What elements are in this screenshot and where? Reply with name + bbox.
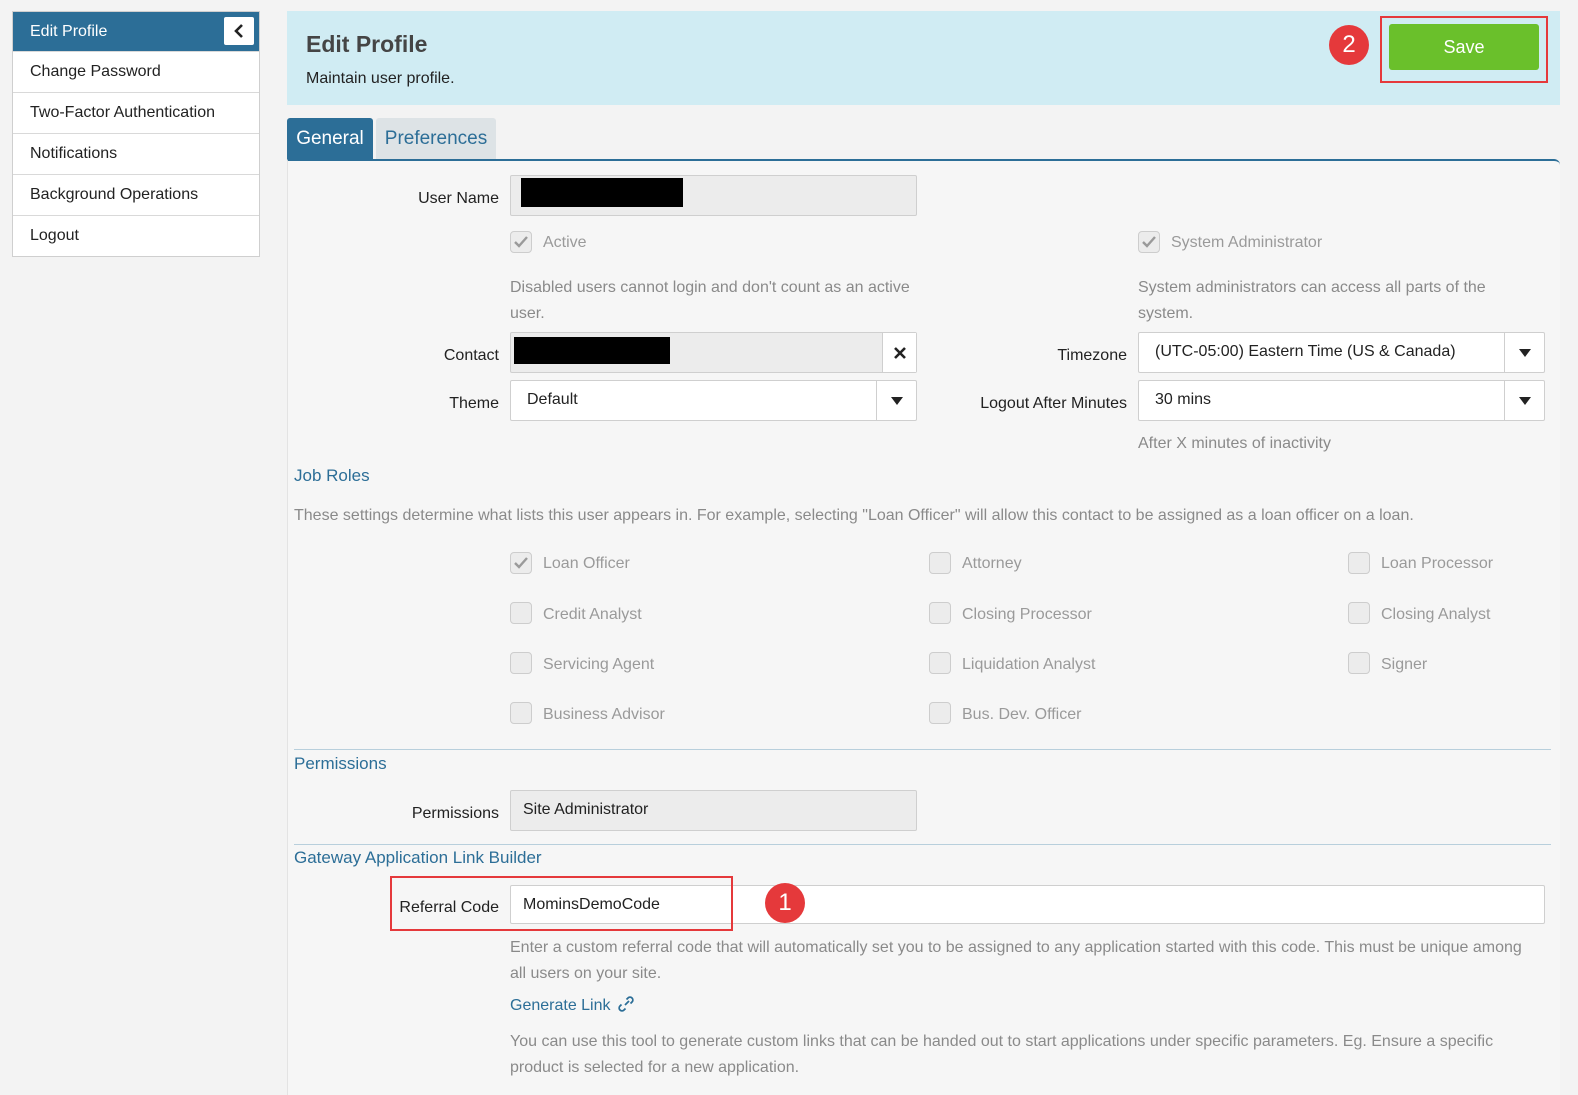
- logout-minutes-label: Logout After Minutes: [980, 395, 1127, 412]
- close-icon: [893, 346, 906, 359]
- sidebar-item-label: Notifications: [30, 145, 118, 162]
- role-loan-officer-checkbox[interactable]: [510, 552, 532, 574]
- sidebar-item-two-factor[interactable]: Two-Factor Authentication: [13, 92, 259, 133]
- role-credit-analyst-checkbox[interactable]: [510, 602, 532, 624]
- timezone-dropdown-toggle[interactable]: [1504, 333, 1544, 372]
- redacted-block: [514, 337, 670, 364]
- active-help-text: Disabled users cannot login and don't co…: [510, 279, 910, 322]
- page-subtitle: Maintain user profile.: [306, 70, 455, 87]
- generate-link[interactable]: Generate Link: [510, 996, 634, 1015]
- sidebar-item-label: Change Password: [30, 63, 161, 80]
- chevron-left-icon: [234, 24, 243, 38]
- annotation-badge-1: 1: [765, 883, 805, 923]
- tab-general[interactable]: General: [287, 118, 373, 159]
- role-loan-processor-label: Loan Processor: [1381, 555, 1494, 572]
- role-business-advisor-checkbox[interactable]: [510, 702, 532, 724]
- job-roles-heading: Job Roles: [294, 466, 370, 485]
- user-name-field[interactable]: [510, 175, 917, 216]
- system-admin-checkbox[interactable]: [1138, 231, 1160, 253]
- permissions-label: Permissions: [411, 805, 499, 822]
- contact-label: Contact: [443, 347, 499, 364]
- role-servicing-agent-label: Servicing Agent: [543, 656, 655, 673]
- sidebar-item-background-operations[interactable]: Background Operations: [13, 174, 259, 215]
- caret-down-icon: [1518, 396, 1531, 405]
- active-label: Active: [543, 234, 587, 251]
- permissions-field[interactable]: Site Administrator: [510, 790, 917, 831]
- referral-code-help-text: Enter a custom referral code that will a…: [510, 939, 1522, 982]
- sidebar-item-change-password[interactable]: Change Password: [13, 51, 259, 92]
- role-signer-label: Signer: [1381, 656, 1428, 673]
- sidebar-item-label: Edit Profile: [30, 23, 108, 40]
- sidebar-item-label: Logout: [30, 227, 79, 244]
- collapse-sidebar-button[interactable]: [224, 17, 254, 45]
- logout-minutes-dropdown-toggle[interactable]: [1504, 381, 1544, 420]
- sidebar-item-logout[interactable]: Logout: [13, 215, 259, 256]
- generate-link-label: Generate Link: [510, 997, 611, 1014]
- role-closing-processor-label: Closing Processor: [962, 606, 1092, 623]
- timezone-select[interactable]: (UTC-05:00) Eastern Time (US & Canada): [1138, 332, 1545, 373]
- role-signer-checkbox[interactable]: [1348, 652, 1370, 674]
- timezone-value: (UTC-05:00) Eastern Time (US & Canada): [1155, 343, 1456, 360]
- role-servicing-agent-checkbox[interactable]: [510, 652, 532, 674]
- section-divider: [294, 749, 1551, 750]
- page-header: Edit Profile Maintain user profile. Save…: [287, 11, 1560, 105]
- section-divider: [294, 844, 1551, 845]
- save-button[interactable]: Save: [1389, 24, 1539, 70]
- theme-label: Theme: [449, 395, 499, 412]
- system-admin-label: System Administrator: [1171, 234, 1323, 251]
- system-admin-help-text: System administrators can access all par…: [1138, 279, 1486, 322]
- role-attorney-checkbox[interactable]: [929, 552, 951, 574]
- gateway-heading: Gateway Application Link Builder: [294, 848, 542, 867]
- sidebar-item-label: Two-Factor Authentication: [30, 104, 215, 121]
- redacted-block: [521, 178, 683, 207]
- logout-minutes-value: 30 mins: [1155, 391, 1212, 408]
- role-credit-analyst-label: Credit Analyst: [543, 606, 642, 623]
- generate-link-help-text: You can use this tool to generate custom…: [510, 1033, 1494, 1076]
- sidebar-item-edit-profile[interactable]: Edit Profile: [13, 12, 259, 51]
- timezone-label: Timezone: [1057, 347, 1127, 364]
- checkmark-icon: [1142, 236, 1156, 248]
- checkmark-icon: [514, 236, 528, 248]
- annotation-badge-2: 2: [1329, 25, 1369, 65]
- tab-preferences[interactable]: Preferences: [376, 118, 496, 159]
- checkmark-icon: [514, 557, 528, 569]
- logout-minutes-help-text: After X minutes of inactivity: [1138, 435, 1331, 452]
- role-business-advisor-label: Business Advisor: [543, 706, 665, 723]
- theme-value: Default: [527, 391, 578, 408]
- role-loan-processor-checkbox[interactable]: [1348, 552, 1370, 574]
- sidebar-item-label: Background Operations: [30, 186, 199, 203]
- role-bus-dev-officer-label: Bus. Dev. Officer: [962, 706, 1082, 723]
- clear-contact-button[interactable]: [882, 333, 916, 372]
- sidebar-nav: Edit Profile Change Password Two-Factor …: [12, 11, 260, 257]
- referral-highlight-box: [390, 876, 733, 931]
- sidebar-item-notifications[interactable]: Notifications: [13, 133, 259, 174]
- theme-select[interactable]: Default: [510, 380, 917, 421]
- permissions-heading: Permissions: [294, 754, 387, 773]
- role-attorney-label: Attorney: [962, 555, 1022, 572]
- logout-minutes-select[interactable]: 30 mins: [1138, 380, 1545, 421]
- job-roles-help-text: These settings determine what lists this…: [294, 507, 1414, 524]
- role-bus-dev-officer-checkbox[interactable]: [929, 702, 951, 724]
- role-closing-analyst-checkbox[interactable]: [1348, 602, 1370, 624]
- active-checkbox[interactable]: [510, 231, 532, 253]
- theme-dropdown-toggle[interactable]: [876, 381, 916, 420]
- link-icon: [618, 996, 634, 1012]
- role-closing-processor-checkbox[interactable]: [929, 602, 951, 624]
- user-name-label: User Name: [418, 190, 499, 207]
- role-liquidation-analyst-label: Liquidation Analyst: [962, 656, 1096, 673]
- page-title: Edit Profile: [306, 31, 428, 57]
- role-loan-officer-label: Loan Officer: [543, 555, 630, 572]
- contact-field[interactable]: [510, 332, 917, 373]
- role-closing-analyst-label: Closing Analyst: [1381, 606, 1491, 623]
- role-liquidation-analyst-checkbox[interactable]: [929, 652, 951, 674]
- caret-down-icon: [1518, 348, 1531, 357]
- permissions-value: Site Administrator: [523, 801, 649, 818]
- caret-down-icon: [890, 396, 903, 405]
